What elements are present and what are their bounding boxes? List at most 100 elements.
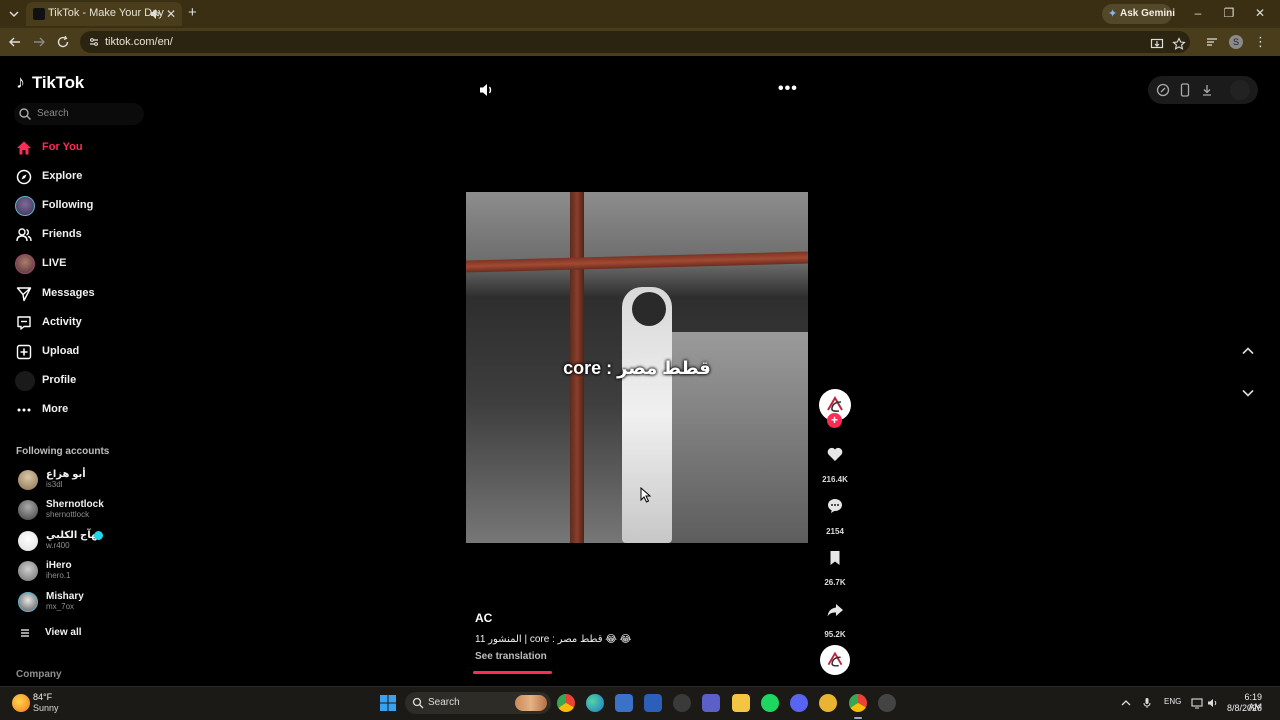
address-bar[interactable]: tiktok.com/en/ (80, 31, 1190, 53)
video-text-overlay: core : قطط مصر (563, 358, 711, 378)
minimize-button[interactable]: – (1191, 6, 1205, 20)
nav-following[interactable]: Following (14, 195, 174, 217)
browser-tab-bar: TikTok - Make Your Day ✕ + ✦ Ask Gemini … (0, 0, 1280, 28)
following-accounts-title: Following accounts (16, 446, 110, 457)
video-player[interactable]: core : قطط مصر (466, 192, 808, 543)
company-link[interactable]: Company (16, 669, 62, 680)
previous-video-chevron-up-icon[interactable] (1241, 344, 1255, 358)
nav-label: Messages (42, 287, 95, 299)
account-avatar (18, 500, 38, 520)
nav-live[interactable]: LIVE (14, 253, 174, 275)
tab-audio-icon[interactable] (150, 8, 162, 20)
browser-menu-icon[interactable]: ⋮ (1254, 34, 1267, 50)
ask-gemini-button[interactable]: ✦ Ask Gemini (1102, 4, 1175, 24)
follow-plus-button[interactable]: + (827, 413, 842, 428)
following-avatar (15, 196, 35, 216)
nav-for-you[interactable]: For You (14, 137, 174, 159)
video-author[interactable]: AC (475, 611, 492, 625)
reload-button[interactable] (55, 34, 71, 50)
outlook-taskbar-icon[interactable] (644, 694, 662, 712)
bookmark-star-icon[interactable] (1172, 37, 1186, 51)
share-arrow-icon[interactable] (826, 601, 844, 619)
app-taskbar-icon[interactable] (819, 694, 837, 712)
file-explorer-taskbar-icon[interactable] (732, 694, 750, 712)
window-close-button[interactable]: ✕ (1253, 6, 1267, 20)
chrome-taskbar-icon[interactable] (557, 694, 575, 712)
nav-friends[interactable]: Friends (14, 224, 174, 246)
store-taskbar-icon[interactable] (615, 694, 633, 712)
account-item[interactable]: Shernotlock shernottlock (16, 499, 176, 523)
forward-button[interactable] (31, 34, 47, 50)
live-avatar (15, 254, 35, 274)
teams-taskbar-icon[interactable] (702, 694, 720, 712)
search-input[interactable]: Search (14, 103, 144, 125)
taskbar-search-box[interactable]: Search (405, 692, 551, 714)
messages-icon (16, 286, 32, 302)
nav-label: Explore (42, 170, 83, 182)
next-video-chevron-down-icon[interactable] (1241, 386, 1255, 400)
account-item[interactable]: بهآج الكلبي w.r400 (16, 530, 176, 554)
account-handle: ihero.1 (46, 571, 71, 580)
video-more-options-icon[interactable]: ••• (778, 80, 798, 98)
gemini-sparkle-icon: ✦ (1108, 8, 1118, 20)
account-avatar (18, 470, 38, 490)
see-translation-link[interactable]: See translation (475, 651, 547, 662)
edge-taskbar-icon[interactable] (586, 694, 604, 712)
chrome-active-taskbar-icon[interactable] (849, 694, 867, 712)
tab-search-button[interactable] (6, 6, 22, 22)
nav-upload[interactable]: Upload (14, 341, 174, 363)
account-item[interactable]: Mishary mx_7ox (16, 591, 176, 615)
compass-icon (16, 169, 32, 185)
new-tab-button[interactable]: + (188, 5, 197, 21)
browser-toolbar: tiktok.com/en/ S ⋮ (0, 28, 1280, 56)
install-app-icon[interactable] (1150, 37, 1164, 51)
search-highlight-image (515, 695, 547, 711)
taskbar-date[interactable]: 8/8/2026 (1226, 703, 1262, 713)
microphone-icon[interactable] (1141, 697, 1153, 709)
discord-taskbar-icon[interactable] (790, 694, 808, 712)
app-taskbar-icon-2[interactable] (878, 694, 896, 712)
tray-overflow-chevron-icon[interactable] (1120, 697, 1132, 709)
bookmark-icon[interactable] (826, 549, 844, 567)
account-name: Mishary (46, 591, 84, 602)
nav-messages[interactable]: Messages (14, 283, 174, 305)
taskbar-search-icon (412, 697, 424, 709)
nav-more[interactable]: More (14, 399, 174, 421)
friends-icon (16, 227, 32, 243)
like-heart-icon[interactable] (826, 445, 844, 463)
account-name: iHero (46, 560, 72, 571)
nav-profile[interactable]: Profile (14, 370, 174, 392)
nav-activity[interactable]: Activity (14, 312, 174, 334)
comment-icon[interactable] (826, 497, 844, 515)
top-right-actions (1148, 76, 1258, 104)
search-placeholder: Search (37, 108, 69, 119)
browser-profile-avatar[interactable]: S (1229, 35, 1243, 49)
download-icon[interactable] (1200, 83, 1214, 97)
back-button[interactable] (7, 34, 23, 50)
account-item[interactable]: iHero ihero.1 (16, 560, 176, 584)
video-progress-bar[interactable] (473, 671, 552, 674)
user-profile-avatar[interactable] (1230, 80, 1250, 100)
weather-sun-icon[interactable] (12, 694, 30, 712)
reading-list-icon[interactable] (1205, 35, 1219, 49)
windows-taskbar: 84°F Sunny Search ENG 6:19 AM 8/8/2026 (0, 686, 1280, 720)
windows-start-icon[interactable] (380, 695, 396, 711)
volume-icon[interactable] (479, 82, 495, 98)
input-language[interactable]: ENG (1164, 697, 1181, 706)
account-avatar (18, 531, 38, 551)
spotify-taskbar-icon[interactable] (761, 694, 779, 712)
site-info-icon[interactable] (88, 36, 100, 48)
account-avatar (18, 592, 38, 612)
music-disc-avatar[interactable] (820, 645, 850, 675)
coins-icon[interactable] (1156, 83, 1170, 97)
get-app-phone-icon[interactable] (1178, 83, 1192, 97)
tab-close-icon[interactable]: ✕ (166, 7, 176, 21)
speaker-icon[interactable] (1207, 697, 1219, 709)
browser-tab-tiktok[interactable]: TikTok - Make Your Day ✕ (26, 2, 182, 26)
active-app-indicator (854, 717, 862, 719)
nav-explore[interactable]: Explore (14, 166, 174, 188)
settings-gear-taskbar-icon[interactable] (673, 694, 691, 712)
account-item[interactable]: أبو هزاع is3dl (16, 469, 176, 493)
restore-button[interactable]: ❐ (1222, 6, 1236, 20)
display-icon[interactable] (1191, 697, 1203, 709)
